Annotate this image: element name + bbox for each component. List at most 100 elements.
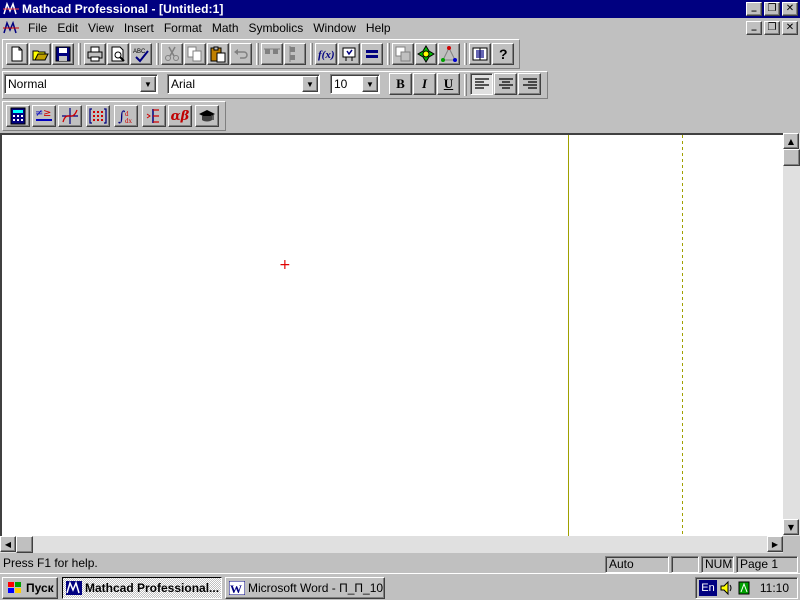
- italic-button[interactable]: I: [413, 73, 436, 95]
- calculus-palette-button[interactable]: ∫ d dx: [114, 105, 138, 127]
- help-button[interactable]: ?: [492, 43, 514, 65]
- calculate-button[interactable]: [361, 43, 383, 65]
- align-down-button[interactable]: [284, 43, 306, 65]
- horizontal-scrollbar[interactable]: ◀ ▶: [0, 536, 783, 553]
- bold-label: B: [396, 76, 405, 91]
- arrow-right-icon: ▶: [771, 539, 779, 549]
- align-right-button[interactable]: [518, 73, 541, 95]
- boolean-palette-button[interactable]: ≠ ≥: [32, 105, 56, 127]
- matrix-palette-button[interactable]: [86, 105, 110, 127]
- print-icon: [87, 46, 103, 62]
- window-title: Mathcad Professional - [Untitled:1]: [22, 2, 224, 16]
- open-icon: [32, 50, 49, 61]
- doc-close-button[interactable]: ✕: [782, 21, 798, 35]
- volume-icon[interactable]: [719, 580, 735, 596]
- doc-minimize-button[interactable]: _: [746, 21, 762, 35]
- svg-text:f(x): f(x): [318, 49, 335, 61]
- greek-palette-button[interactable]: αβ: [168, 105, 192, 127]
- style-select[interactable]: Normal ▼: [4, 74, 158, 94]
- menu-edit[interactable]: Edit: [52, 21, 83, 35]
- symbolic-keyword-palette-button[interactable]: [195, 105, 219, 127]
- resources-icon: [417, 45, 435, 63]
- menu-window[interactable]: Window: [308, 21, 361, 35]
- vertical-scroll-thumb[interactable]: [783, 149, 800, 166]
- close-button[interactable]: ✕: [782, 2, 798, 16]
- open-button[interactable]: [29, 43, 51, 65]
- standard-toolbar: ABC f(x) ?: [0, 38, 800, 70]
- spell-check-button[interactable]: ABC: [130, 43, 152, 65]
- scroll-down-button[interactable]: ▼: [783, 519, 799, 535]
- insert-component-icon: [441, 46, 457, 62]
- worksheet-canvas[interactable]: +: [0, 133, 783, 536]
- vertical-scrollbar[interactable]: ▲ ▼: [783, 133, 800, 536]
- style-dropdown-button[interactable]: ▼: [140, 76, 156, 92]
- scroll-left-button[interactable]: ◀: [0, 536, 16, 552]
- align-center-button[interactable]: [494, 73, 517, 95]
- arrow-up-icon: ▲: [787, 136, 795, 146]
- doc-restore-button[interactable]: ❐: [764, 21, 780, 35]
- svg-text:≥: ≥: [43, 108, 51, 119]
- underline-button[interactable]: U: [437, 73, 460, 95]
- tray-app-icon[interactable]: [737, 580, 751, 596]
- menu-insert[interactable]: Insert: [119, 21, 159, 35]
- print-button[interactable]: [84, 43, 106, 65]
- programming-palette-button[interactable]: [142, 105, 166, 127]
- minimize-button[interactable]: _: [746, 2, 762, 16]
- horizontal-scroll-thumb[interactable]: [16, 536, 33, 553]
- paste-button[interactable]: [207, 43, 229, 65]
- new-button[interactable]: [6, 43, 28, 65]
- menu-bar: File Edit View Insert Format Math Symbol…: [0, 18, 800, 38]
- menu-view[interactable]: View: [83, 21, 119, 35]
- title-bar[interactable]: Mathcad Professional - [Untitled:1] _ ❐ …: [0, 0, 800, 18]
- chevron-down-icon: ▼: [144, 79, 152, 89]
- align-vertical-icon: [289, 46, 295, 62]
- copy-button[interactable]: [184, 43, 206, 65]
- align-left-icon: [474, 78, 489, 89]
- status-page-number: Page 1: [736, 556, 798, 573]
- font-dropdown-button[interactable]: ▼: [302, 76, 318, 92]
- scroll-right-button[interactable]: ▶: [767, 536, 783, 552]
- align-right-icon: [522, 78, 537, 89]
- menu-math[interactable]: Math: [207, 21, 244, 35]
- graph-palette-button[interactable]: [58, 105, 82, 127]
- font-select[interactable]: Arial ▼: [167, 74, 320, 94]
- undo-button[interactable]: [230, 43, 252, 65]
- insert-component-button[interactable]: [438, 43, 460, 65]
- save-icon: [55, 46, 71, 62]
- menu-format[interactable]: Format: [159, 21, 207, 35]
- task-mathcad-label: Mathcad Professional...: [85, 581, 220, 595]
- maximize-button[interactable]: ❐: [764, 2, 780, 16]
- menu-file[interactable]: File: [23, 21, 52, 35]
- task-mathcad[interactable]: Mathcad Professional...: [62, 577, 222, 599]
- resources-button[interactable]: [415, 43, 437, 65]
- cut-button[interactable]: [161, 43, 183, 65]
- component-button[interactable]: [392, 43, 414, 65]
- toolbar-separator: [256, 43, 259, 65]
- task-word[interactable]: W Microsoft Word - П_П_10....: [225, 577, 385, 599]
- start-label: Пуск: [26, 581, 54, 595]
- language-indicator[interactable]: En: [699, 580, 717, 596]
- insert-unit-button[interactable]: [338, 43, 360, 65]
- align-left-button[interactable]: [470, 73, 493, 95]
- save-button[interactable]: [52, 43, 74, 65]
- chevron-down-icon: ▼: [306, 79, 314, 89]
- size-grip: [783, 536, 800, 553]
- mathcad-app-icon[interactable]: [3, 2, 19, 16]
- insert-function-button[interactable]: f(x): [315, 43, 337, 65]
- graph-icon: [62, 108, 78, 124]
- size-dropdown-button[interactable]: ▼: [362, 76, 378, 92]
- scroll-up-button[interactable]: ▲: [783, 133, 799, 149]
- bold-button[interactable]: B: [389, 73, 412, 95]
- align-horizontal-icon: [264, 48, 280, 54]
- align-across-button[interactable]: [261, 43, 283, 65]
- start-button[interactable]: Пуск: [2, 577, 58, 599]
- font-size-select[interactable]: 10 ▼: [330, 74, 380, 94]
- print-preview-button[interactable]: [107, 43, 129, 65]
- status-help-text: Press F1 for help.: [3, 556, 98, 570]
- menu-help[interactable]: Help: [361, 21, 396, 35]
- quicksheets-icon: [472, 47, 488, 61]
- calculator-palette-button[interactable]: [6, 105, 30, 127]
- document-icon[interactable]: [3, 21, 19, 35]
- menu-symbolics[interactable]: Symbolics: [244, 21, 309, 35]
- quicksheets-button[interactable]: [469, 43, 491, 65]
